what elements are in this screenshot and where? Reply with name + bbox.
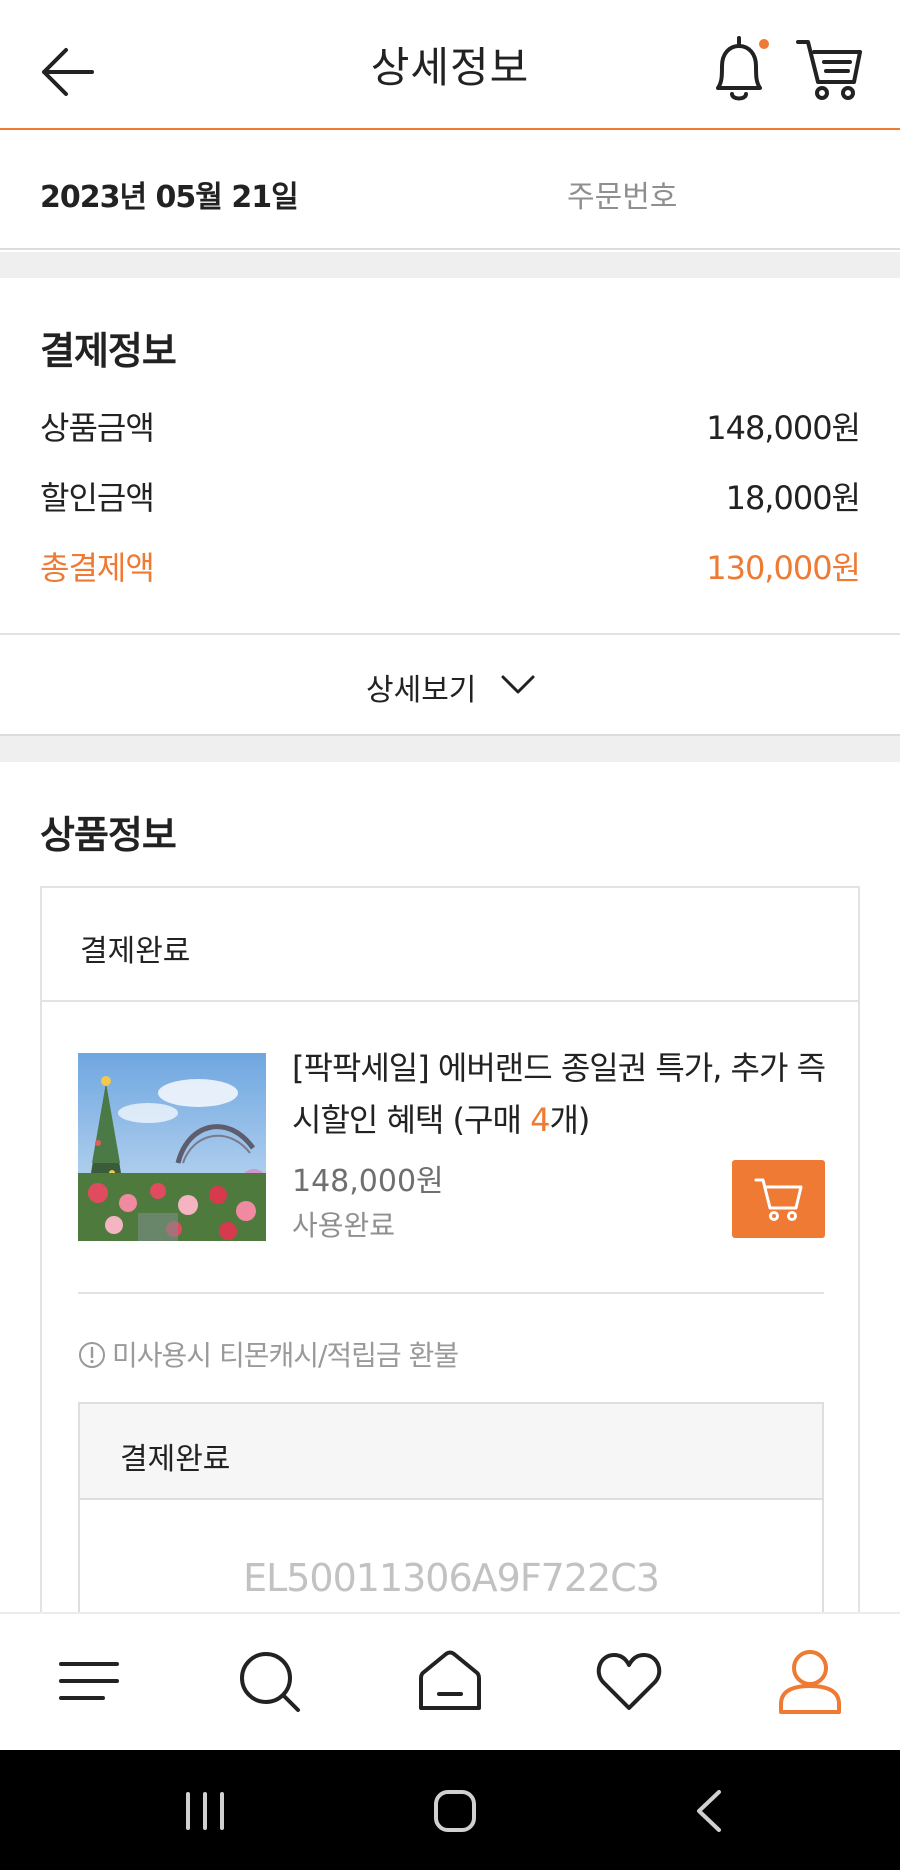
chevron-down-icon: [501, 675, 535, 694]
row-label: 총결제액: [40, 549, 155, 587]
home-circle-icon[interactable]: [430, 1788, 480, 1834]
bottom-navigation: [0, 1612, 900, 1750]
row-value: 18,000원: [725, 479, 861, 517]
ticket-header: 결제완료: [80, 1404, 822, 1500]
heart-icon[interactable]: [594, 1646, 664, 1716]
purchase-quantity: 4: [530, 1101, 550, 1139]
row-label: 상품금액: [40, 409, 155, 447]
cart-icon: [754, 1178, 802, 1221]
product-section: 상품정보 결제완료 [팍팍세일] 에버랜드 종일권 특가, 추가 즉시할인 혜택…: [0, 762, 900, 1702]
row-value: 130,000원: [706, 549, 861, 587]
discount-amount-row: 할인금액 18,000원: [40, 473, 861, 523]
total-amount-row: 총결제액 130,000원: [40, 543, 861, 593]
product-thumbnail[interactable]: [78, 1053, 266, 1241]
product-amount-row: 상품금액 148,000원: [40, 403, 861, 453]
row-value: 148,000원: [706, 409, 861, 447]
add-to-cart-button[interactable]: [732, 1160, 825, 1238]
card-header: 결제완료: [42, 888, 858, 1002]
payment-status: 결제완료: [80, 934, 191, 969]
payment-section: 결제정보 상품금액 148,000원 할인금액 18,000원 총결제액 130…: [0, 278, 900, 633]
ticket-status: 결제완료: [120, 1442, 231, 1477]
product-title: 상품정보: [40, 813, 177, 857]
refund-notice: 미사용시 티몬캐시/적립금 환불: [78, 1334, 459, 1374]
product-card: 결제완료 [팍팍세일] 에버랜드 종일권 특가, 추가 즉시할인 혜택 (구매 …: [40, 886, 860, 1702]
home-icon[interactable]: [415, 1646, 485, 1716]
use-status: 사용완료: [292, 1209, 396, 1242]
ticket-code: EL50011306A9F722C3: [243, 1556, 660, 1600]
product-price: 148,000원: [292, 1164, 444, 1199]
back-chevron-icon[interactable]: [685, 1788, 735, 1834]
order-number-label: 주문번호: [567, 180, 678, 215]
section-gap: [0, 252, 900, 278]
row-label: 할인금액: [40, 479, 155, 517]
recent-apps-icon[interactable]: [180, 1788, 230, 1834]
user-icon[interactable]: [775, 1646, 845, 1716]
app-header: 상세정보: [0, 0, 900, 130]
section-gap: [0, 736, 900, 762]
info-icon: [79, 1342, 105, 1368]
payment-title: 결제정보: [40, 329, 177, 373]
detail-toggle-button[interactable]: 상세보기: [0, 633, 900, 736]
detail-toggle-label: 상세보기: [366, 673, 477, 708]
divider: [78, 1292, 824, 1294]
product-name-suffix: 개): [549, 1101, 590, 1139]
notification-dot: [759, 39, 769, 49]
product-name[interactable]: [팍팍세일] 에버랜드 종일권 특가, 추가 즉시할인 혜택 (구매 4개): [292, 1042, 832, 1146]
menu-icon[interactable]: [55, 1646, 125, 1716]
search-icon[interactable]: [236, 1646, 306, 1716]
refund-notice-text: 미사용시 티몬캐시/적립금 환불: [112, 1339, 459, 1372]
cart-icon[interactable]: [794, 36, 864, 102]
order-date: 2023년 05월 21일: [40, 180, 299, 215]
order-info-row: 2023년 05월 21일 주문번호: [0, 132, 900, 250]
system-navigation-bar: [0, 1750, 900, 1870]
